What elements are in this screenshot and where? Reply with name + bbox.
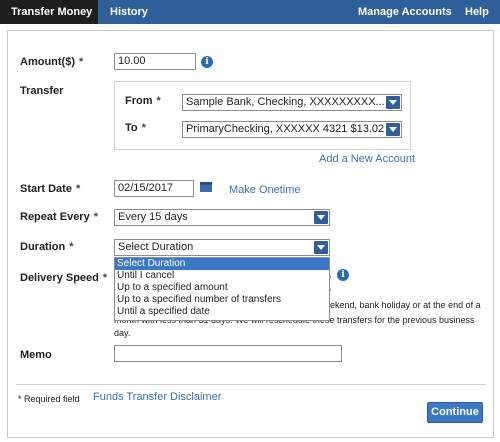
duration-option[interactable]: Up to a specified number of transfers [115, 294, 329, 306]
duration-option[interactable]: Select Duration [115, 258, 329, 270]
tab-manage-accounts[interactable]: Manage Accounts [358, 0, 452, 24]
start-date-label: Start Date * [20, 183, 81, 195]
tab-transfer-money[interactable]: Transfer Money [0, 0, 98, 24]
info-icon[interactable]: i [337, 269, 349, 281]
delivery-speed-label: Delivery Speed * [20, 272, 108, 284]
required-marker: * [79, 56, 84, 68]
amount-input[interactable]: 10.00 [114, 53, 196, 70]
required-marker: * [141, 122, 146, 134]
required-marker: * [93, 211, 98, 223]
top-nav: Transfer Money History Manage Accounts H… [0, 0, 500, 24]
chevron-down-icon [386, 123, 400, 136]
tab-help[interactable]: Help [465, 0, 489, 24]
continue-button[interactable]: Continue [427, 402, 483, 423]
required-marker: * [75, 183, 81, 195]
required-marker: * [102, 272, 108, 284]
duration-label: Duration * [20, 241, 74, 253]
to-account-select[interactable]: PrimaryChecking, XXXXXX 4321 $13.02 [182, 121, 402, 138]
memo-label: Memo [20, 349, 52, 361]
amount-label: Amount($) * [20, 56, 84, 68]
repeat-every-select[interactable]: Every 15 days [114, 209, 330, 226]
calendar-icon[interactable] [200, 182, 212, 192]
duration-select[interactable]: Select Duration [114, 239, 330, 256]
funds-transfer-disclaimer-link[interactable]: Funds Transfer Disclaimer [93, 391, 221, 403]
transfer-accounts-box: From * Sample Bank, Checking, XXXXXXXXX..… [114, 81, 411, 150]
chevron-down-icon [314, 211, 328, 224]
make-onetime-link[interactable]: Make Onetime [229, 184, 301, 196]
required-marker: * [156, 95, 161, 107]
from-account-select[interactable]: Sample Bank, Checking, XXXXXXXXX... [182, 94, 402, 111]
to-account-value: PrimaryChecking, XXXXXX 4321 $13.02 [186, 123, 385, 135]
transfer-form-panel: Amount($) * 10.00 i Transfer From * Sample… [7, 30, 494, 438]
duration-option[interactable]: Until I cancel [115, 270, 329, 282]
duration-dropdown-list: Select Duration Until I cancel Up to a s… [114, 257, 330, 321]
start-date-input[interactable]: 02/15/2017 [114, 180, 194, 197]
repeat-every-label: Repeat Every * [20, 211, 98, 223]
info-icon[interactable]: i [201, 56, 213, 68]
from-account-value: Sample Bank, Checking, XXXXXXXXX... [186, 96, 385, 108]
memo-input[interactable] [114, 345, 342, 362]
required-field-note: * Required field [18, 394, 80, 404]
from-label: From * [125, 95, 161, 107]
delivery-note-line1: ekend, bank holiday or at the end of a [330, 300, 481, 310]
chevron-down-icon [386, 96, 400, 109]
add-new-account-link[interactable]: Add a New Account [319, 153, 415, 165]
duration-option[interactable]: Up to a specified amount [115, 282, 329, 294]
divider [16, 384, 486, 385]
to-label: To * [125, 122, 146, 134]
chevron-down-icon [314, 241, 328, 254]
repeat-every-value: Every 15 days [118, 211, 188, 223]
duration-value: Select Duration [118, 241, 194, 253]
tab-history[interactable]: History [110, 0, 148, 24]
duration-option[interactable]: Until a specified date [115, 306, 329, 318]
transfer-label: Transfer [20, 85, 64, 97]
required-marker: * [69, 241, 74, 253]
